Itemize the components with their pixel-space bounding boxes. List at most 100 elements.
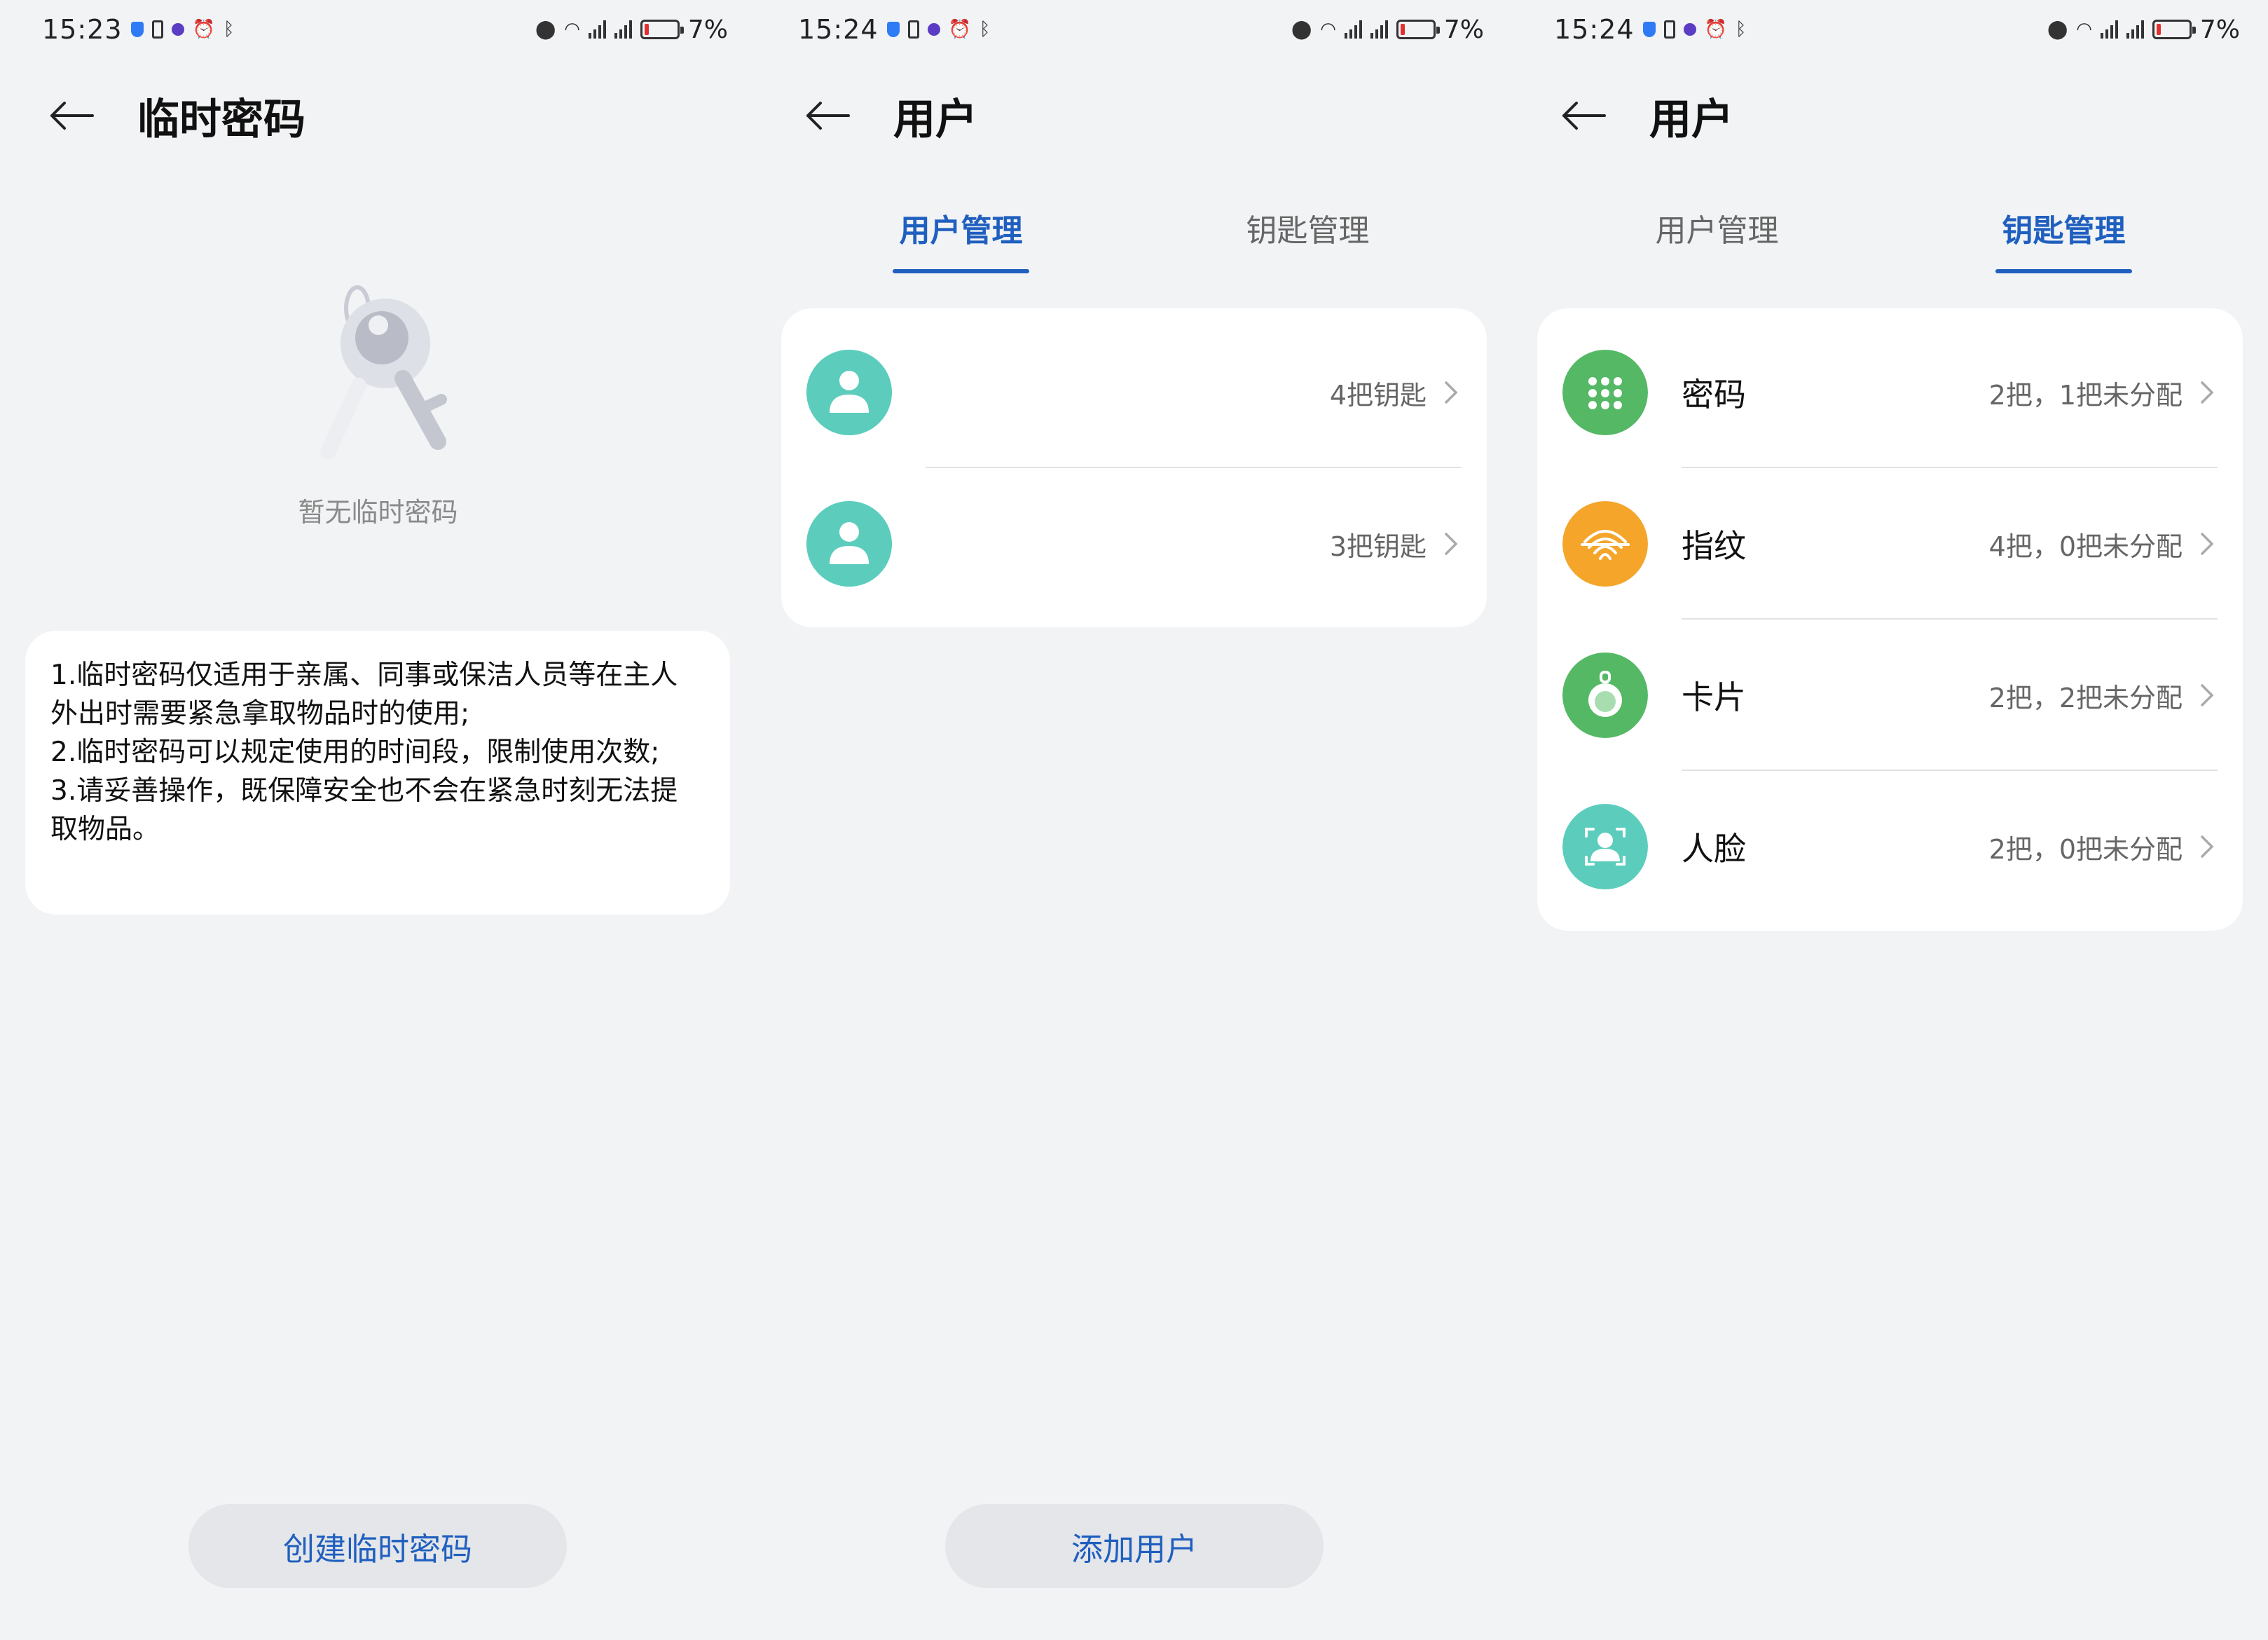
user-key-count: 3把钥匙 <box>1329 531 1427 562</box>
bluetooth-icon: ᛒ <box>979 19 991 40</box>
back-button[interactable] <box>805 91 854 140</box>
user-row[interactable]: 4把钥匙 <box>781 317 1487 468</box>
location-icon: ⬤ <box>1291 19 1312 40</box>
signal-5g-icon <box>2100 20 2118 39</box>
user-avatar-icon <box>806 350 892 435</box>
battery-percent: 7% <box>2199 15 2240 44</box>
tab-bar: 用户管理 钥匙管理 <box>756 203 1512 280</box>
key-illustration-icon <box>320 285 447 460</box>
user-management-screen: 15:24 ⏰ ᛒ ⬤ ◠ 7% 用户 用户管理 钥匙管理 4把钥匙 3把钥匙 … <box>756 0 1512 1640</box>
top-bar: 用户 <box>805 84 977 147</box>
app-notification-icon <box>1683 23 1696 36</box>
tab-user-management[interactable]: 用户管理 <box>1649 203 1785 280</box>
top-bar: 用户 <box>1561 84 1733 147</box>
user-row[interactable]: 3把钥匙 <box>781 468 1487 620</box>
status-time: 15:24 <box>798 14 879 45</box>
signal-5g-icon <box>1344 20 1362 39</box>
user-avatar-icon <box>806 501 892 587</box>
status-bar: 15:24 ⏰ ᛒ ⬤ ◠ 7% <box>798 10 1484 49</box>
keypad-icon <box>1562 350 1648 435</box>
key-type-label: 指纹 <box>1682 527 1746 565</box>
status-time: 15:23 <box>42 14 123 45</box>
tab-label: 用户管理 <box>1655 213 1779 249</box>
phone-icon <box>1663 20 1675 39</box>
key-type-count: 2把，2把未分配 <box>1988 682 2183 713</box>
alarm-icon: ⏰ <box>948 19 971 40</box>
back-arrow-icon <box>50 102 94 130</box>
signal-5g-icon <box>588 20 606 39</box>
battery-icon <box>1396 20 1440 39</box>
back-button[interactable] <box>49 91 98 140</box>
tab-key-management[interactable]: 钥匙管理 <box>1239 203 1376 280</box>
tab-underline <box>1995 269 2132 273</box>
signal-4g-icon <box>614 20 632 39</box>
chevron-right-icon <box>2201 835 2214 858</box>
location-icon: ⬤ <box>535 19 556 40</box>
key-type-count: 4把，0把未分配 <box>1988 531 2183 562</box>
signal-4g-icon <box>1370 20 1388 39</box>
fingerprint-icon <box>1562 501 1648 587</box>
user-key-count: 4把钥匙 <box>1329 379 1427 411</box>
info-line-2: 2.临时密码可以规定使用的时间段，限制使用次数; <box>50 737 660 768</box>
battery-icon <box>2152 20 2196 39</box>
phone-icon <box>151 20 163 39</box>
alarm-icon: ⏰ <box>1704 19 1727 40</box>
info-line-3: 3.请妥善操作，既保障安全也不会在紧急时刻无法提取物品。 <box>50 775 678 845</box>
status-bar: 15:24 ⏰ ᛒ ⬤ ◠ 7% <box>1554 10 2240 49</box>
tab-label: 用户管理 <box>899 213 1023 249</box>
create-temp-password-button[interactable]: 创建临时密码 <box>188 1504 567 1588</box>
location-icon: ⬤ <box>2047 19 2068 40</box>
key-row-card[interactable]: 卡片 2把，2把未分配 <box>1537 620 2243 771</box>
alarm-icon: ⏰ <box>192 19 215 40</box>
page-title: 临时密码 <box>137 95 305 144</box>
status-bar: 15:23 ⏰ ᛒ ⬤ ◠ 7% <box>42 10 728 49</box>
key-type-label: 卡片 <box>1682 678 1746 716</box>
temp-password-screen: 15:23 ⏰ ᛒ ⬤ ◠ 7% 临时密码 暂无临时密码 1.临时密码仅适用于亲… <box>0 0 756 1640</box>
page-title: 用户 <box>1649 95 1733 144</box>
key-row-fingerprint[interactable]: 指纹 4把，0把未分配 <box>1537 468 2243 620</box>
app-notification-icon <box>927 23 940 36</box>
tab-label: 钥匙管理 <box>2002 213 2126 249</box>
back-arrow-icon <box>806 102 850 130</box>
battery-percent: 7% <box>1443 15 1484 44</box>
key-management-screen: 15:24 ⏰ ᛒ ⬤ ◠ 7% 用户 用户管理 钥匙管理 密码 2把，1把未分… <box>1512 0 2268 1640</box>
chevron-right-icon <box>2201 533 2214 555</box>
app-notification-icon <box>171 23 184 36</box>
bluetooth-icon: ᛒ <box>1735 19 1747 40</box>
bluetooth-icon: ᛒ <box>223 19 235 40</box>
wifi-icon: ◠ <box>1320 19 1336 40</box>
back-arrow-icon <box>1562 102 1606 130</box>
wifi-icon: ◠ <box>2076 19 2092 40</box>
add-user-button[interactable]: 添加用户 <box>945 1504 1324 1588</box>
wifi-icon: ◠ <box>564 19 580 40</box>
empty-state-text: 暂无临时密码 <box>298 497 458 528</box>
status-time: 15:24 <box>1554 14 1635 45</box>
chevron-right-icon <box>2201 684 2214 706</box>
info-card: 1.临时密码仅适用于亲属、同事或保洁人员等在主人外出时需要紧急拿取物品时的使用;… <box>25 631 730 915</box>
user-list: 4把钥匙 3把钥匙 <box>781 308 1487 627</box>
tab-bar: 用户管理 钥匙管理 <box>1512 203 2268 280</box>
tab-underline <box>893 269 1029 273</box>
info-line-1: 1.临时密码仅适用于亲属、同事或保洁人员等在主人外出时需要紧急拿取物品时的使用; <box>50 660 678 730</box>
tab-label: 钥匙管理 <box>1246 213 1370 249</box>
tab-user-management[interactable]: 用户管理 <box>893 203 1029 280</box>
page-title: 用户 <box>893 95 977 144</box>
shield-icon <box>1642 22 1656 37</box>
top-bar: 临时密码 <box>49 84 305 147</box>
chevron-right-icon <box>2201 381 2214 404</box>
key-row-face[interactable]: 人脸 2把，0把未分配 <box>1537 771 2243 922</box>
keyfob-icon <box>1562 652 1648 738</box>
shield-icon <box>886 22 900 37</box>
key-row-password[interactable]: 密码 2把，1把未分配 <box>1537 317 2243 468</box>
phone-icon <box>907 20 919 39</box>
key-type-list: 密码 2把，1把未分配 指纹 4把，0把未分配 卡片 2把，2把未分配 人脸 2… <box>1537 308 2243 931</box>
key-type-count: 2把，0把未分配 <box>1988 833 2183 865</box>
key-type-label: 密码 <box>1682 376 1746 414</box>
face-scan-icon <box>1562 804 1648 889</box>
chevron-right-icon <box>1445 533 1458 555</box>
battery-percent: 7% <box>687 15 728 44</box>
tab-key-management[interactable]: 钥匙管理 <box>1995 203 2132 280</box>
back-button[interactable] <box>1561 91 1610 140</box>
battery-icon <box>640 20 684 39</box>
shield-icon <box>130 22 144 37</box>
